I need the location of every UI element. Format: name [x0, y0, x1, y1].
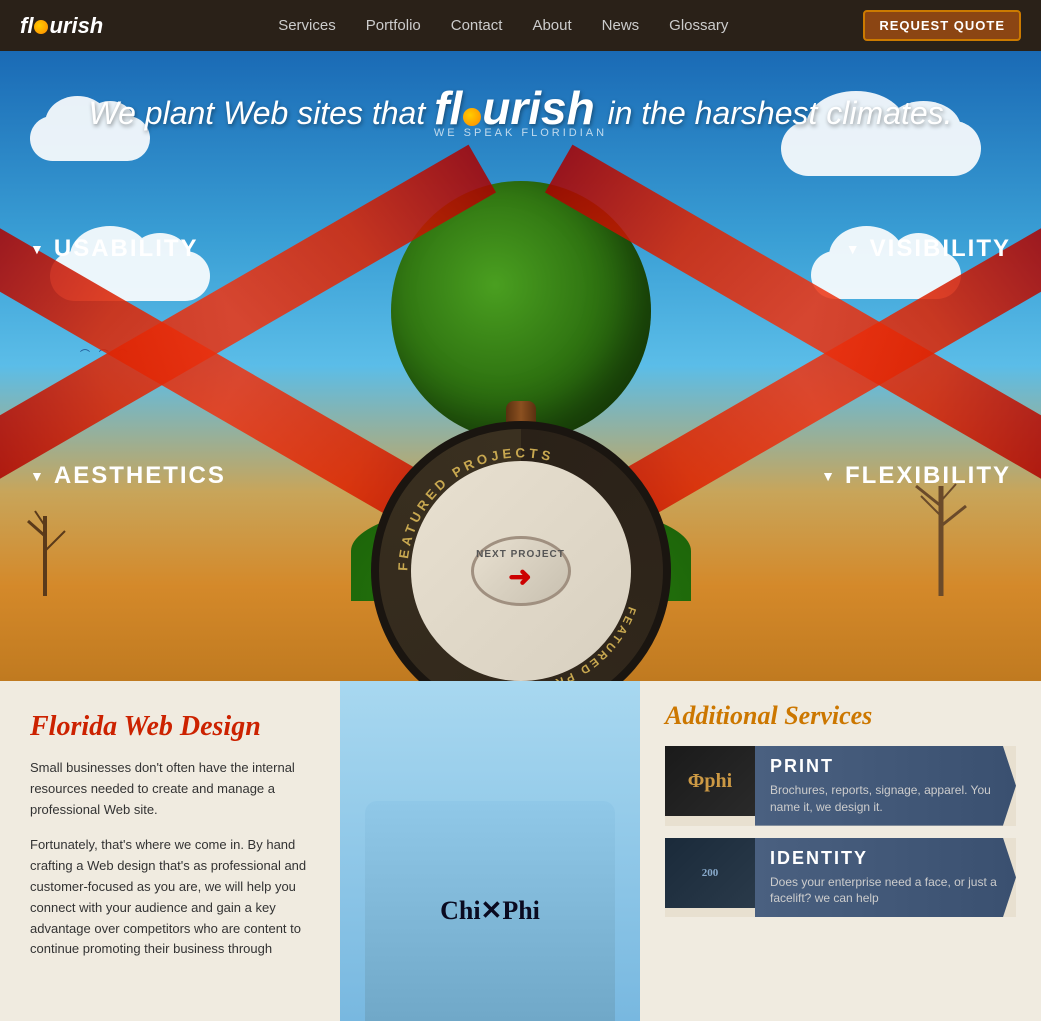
project-thumbnail: Chi✕Phi — [365, 801, 615, 1021]
print-icon: Φphi — [688, 770, 732, 793]
florida-section: Florida Web Design Small businesses don'… — [0, 681, 340, 1021]
florida-paragraph-2: Fortunately, that's where we come in. By… — [30, 835, 310, 960]
nav-contact[interactable]: Contact — [451, 17, 503, 34]
service-card-print[interactable]: Φphi PRINT Brochures, reports, signage, … — [665, 746, 1016, 826]
next-arrow-icon: ➜ — [508, 560, 532, 593]
service-card-identity[interactable]: 200 IDENTITY Does your enterprise need a… — [665, 838, 1016, 918]
nav-news[interactable]: News — [602, 17, 640, 34]
chevron-usability: ▼ — [30, 241, 46, 257]
usability-label: USABILITY — [54, 235, 199, 263]
hero-headline: We plant Web sites that flurish in the h… — [0, 51, 1041, 135]
chevron-visibility: ▼ — [846, 241, 862, 257]
nav-glossary[interactable]: Glossary — [669, 17, 728, 34]
additional-services-section: Additional Services Φphi PRINT Brochures… — [640, 681, 1041, 1021]
identity-icon: 200 — [698, 863, 723, 883]
headline-after: in the harshest climates. — [607, 95, 952, 131]
logo[interactable]: flurish — [20, 13, 103, 39]
chevron-aesthetics: ▼ — [30, 468, 46, 484]
ribbon-visibility[interactable]: ▼ VISIBILITY — [846, 222, 1011, 276]
ribbon-flexibility[interactable]: ▼ FLEXIBILITY — [821, 449, 1011, 503]
print-service-content: PRINT Brochures, reports, signage, appar… — [755, 746, 1016, 826]
nav-links: Services Portfolio Contact About News Gl… — [143, 17, 863, 34]
aesthetics-label: AESTHETICS — [54, 462, 226, 490]
nav-about[interactable]: About — [532, 17, 571, 34]
bottom-section: Florida Web Design Small businesses don'… — [0, 681, 1041, 1021]
identity-service-desc: Does your enterprise need a face, or jus… — [770, 874, 1001, 908]
chevron-flexibility: ▼ — [821, 468, 837, 484]
navigation: flurish Services Portfolio Contact About… — [0, 0, 1041, 51]
featured-inner: NEXT PROJECT ➜ — [411, 461, 631, 681]
visibility-label: VISIBILITY — [870, 235, 1011, 263]
dead-tree-left — [20, 496, 70, 601]
logo-text: flurish — [20, 13, 103, 39]
headline-before: We plant Web sites that — [88, 95, 425, 131]
nav-services[interactable]: Services — [278, 17, 336, 34]
logo-orange-dot — [34, 20, 48, 34]
additional-title: Additional Services — [665, 701, 1016, 731]
featured-project-image-section: Chi✕Phi — [340, 681, 640, 1021]
print-thumbnail: Φphi — [665, 746, 755, 816]
florida-paragraph-1: Small businesses don't often have the in… — [30, 758, 310, 820]
print-service-title: PRINT — [770, 756, 1001, 777]
print-service-desc: Brochures, reports, signage, apparel. Yo… — [770, 782, 1001, 816]
hero-section: ⌒ ⌒ ⌒ We plant Web sites that flurish in… — [0, 51, 1041, 681]
nav-portfolio[interactable]: Portfolio — [366, 17, 421, 34]
identity-thumbnail: 200 — [665, 838, 755, 908]
florida-title: Florida Web Design — [30, 711, 310, 743]
identity-service-content: IDENTITY Does your enterprise need a fac… — [755, 838, 1016, 918]
hero-subtitle: WE SPEAK FLORIDIAN — [0, 127, 1041, 139]
next-project-button[interactable]: NEXT PROJECT ➜ — [471, 536, 571, 606]
identity-service-title: IDENTITY — [770, 848, 1001, 869]
featured-projects-circle[interactable]: FEATURED PROJECTS FEATURED PROJECTS NEXT… — [371, 421, 671, 681]
ribbon-aesthetics[interactable]: ▼ AESTHETICS — [30, 449, 226, 503]
ribbon-usability[interactable]: ▼ USABILITY — [30, 222, 199, 276]
request-quote-button[interactable]: REQUEST QUOTE — [863, 10, 1021, 41]
flexibility-label: FLEXIBILITY — [845, 462, 1011, 490]
